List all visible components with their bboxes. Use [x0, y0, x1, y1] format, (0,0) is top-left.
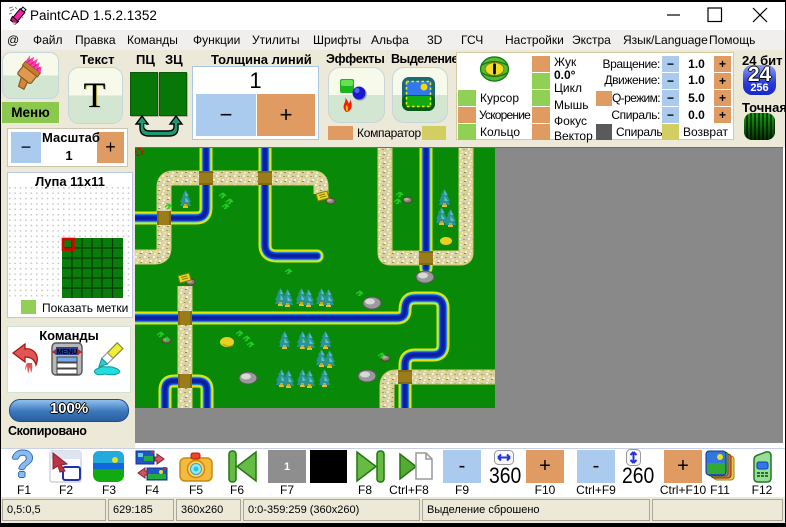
svg-text:MENU: MENU	[57, 349, 78, 356]
